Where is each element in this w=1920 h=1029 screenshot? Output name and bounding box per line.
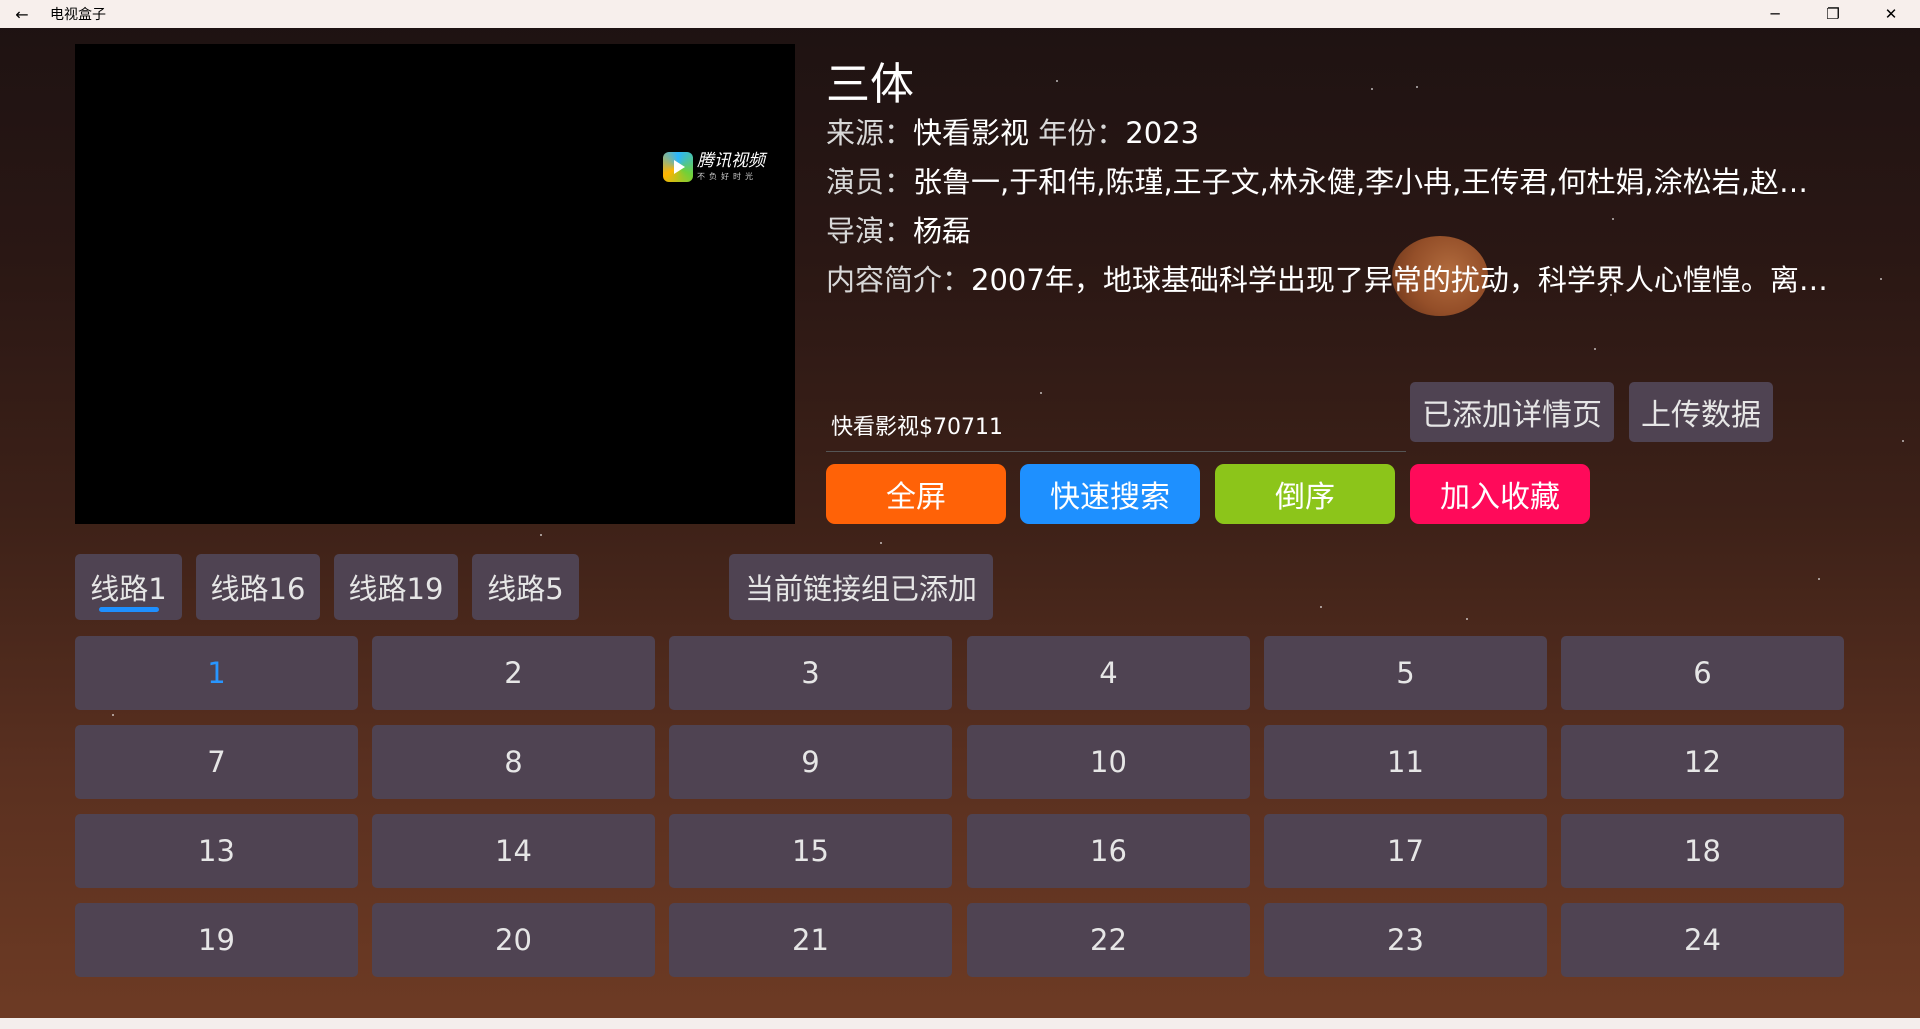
restore-icon[interactable]: ❐ bbox=[1804, 0, 1862, 28]
tencent-video-logo: 腾讯视频 不负好时光 bbox=[663, 152, 765, 182]
route-tab-label: 线路16 bbox=[210, 572, 306, 606]
route-tab-label: 线路5 bbox=[487, 572, 564, 606]
episode-button-4[interactable]: 4 bbox=[967, 636, 1250, 710]
episode-button-19[interactable]: 19 bbox=[75, 903, 358, 977]
episode-button-17[interactable]: 17 bbox=[1264, 814, 1547, 888]
episode-button-12[interactable]: 12 bbox=[1561, 725, 1844, 799]
episode-button-22[interactable]: 22 bbox=[967, 903, 1250, 977]
window-titlebar: ← 电视盒子 ─ ❐ ✕ bbox=[0, 0, 1920, 28]
episode-button-11[interactable]: 11 bbox=[1264, 725, 1547, 799]
episode-button-16[interactable]: 16 bbox=[967, 814, 1250, 888]
episode-button-5[interactable]: 5 bbox=[1264, 636, 1547, 710]
year-value: 2023 bbox=[1125, 116, 1200, 150]
bottom-strip bbox=[0, 1018, 1920, 1029]
quick-search-button[interactable]: 快速搜索 bbox=[1020, 464, 1200, 524]
summary-value: 2007年，地球基础科学出现了异常的扰动，科学界人心惶惶。离… bbox=[971, 263, 1828, 297]
source-year-line: 来源：快看影视 年份：2023 bbox=[826, 110, 1199, 152]
actors-label: 演员： bbox=[826, 165, 914, 199]
episode-button-3[interactable]: 3 bbox=[669, 636, 952, 710]
director-line: 导演：杨磊 bbox=[826, 208, 971, 250]
route-tab-5[interactable]: 线路5 bbox=[472, 554, 579, 620]
show-title: 三体 bbox=[826, 59, 914, 110]
route-tab-16[interactable]: 线路16 bbox=[196, 554, 320, 620]
director-label: 导演： bbox=[826, 214, 914, 248]
episode-button-8[interactable]: 8 bbox=[372, 725, 655, 799]
added-detail-button[interactable]: 已添加详情页 bbox=[1410, 382, 1614, 442]
episode-button-13[interactable]: 13 bbox=[75, 814, 358, 888]
fullscreen-button[interactable]: 全屏 bbox=[826, 464, 1006, 524]
minimize-icon[interactable]: ─ bbox=[1746, 0, 1804, 28]
actors-line: 演员：张鲁一,于和伟,陈瑾,王子文,林永健,李小冉,王传君,何杜娟,涂松岩,赵… bbox=[826, 159, 1808, 201]
episode-button-2[interactable]: 2 bbox=[372, 636, 655, 710]
video-player[interactable]: 腾讯视频 不负好时光 bbox=[75, 44, 795, 524]
actors-value: 张鲁一,于和伟,陈瑾,王子文,林永健,李小冉,王传君,何杜娟,涂松岩,赵… bbox=[913, 165, 1808, 199]
active-tab-indicator bbox=[98, 607, 159, 612]
source-label: 来源： bbox=[826, 116, 914, 150]
upload-data-button[interactable]: 上传数据 bbox=[1629, 382, 1773, 442]
episode-button-10[interactable]: 10 bbox=[967, 725, 1250, 799]
reverse-order-button[interactable]: 倒序 bbox=[1215, 464, 1395, 524]
route-tab-1[interactable]: 线路1 bbox=[75, 554, 182, 620]
logo-slogan: 不负好时光 bbox=[697, 172, 757, 181]
play-logo-icon bbox=[663, 152, 693, 182]
episode-button-6[interactable]: 6 bbox=[1561, 636, 1844, 710]
summary-label: 内容简介： bbox=[826, 263, 972, 297]
episode-button-1[interactable]: 1 bbox=[75, 636, 358, 710]
group-added-button[interactable]: 当前链接组已添加 bbox=[729, 554, 993, 620]
close-icon[interactable]: ✕ bbox=[1862, 0, 1920, 28]
episode-button-18[interactable]: 18 bbox=[1561, 814, 1844, 888]
year-label: 年份： bbox=[1038, 116, 1126, 150]
window-title: 电视盒子 bbox=[50, 7, 106, 23]
summary-line: 内容简介：2007年，地球基础科学出现了异常的扰动，科学界人心惶惶。离… bbox=[826, 257, 1828, 299]
link-input[interactable]: 快看影视$70711 bbox=[826, 398, 1406, 452]
route-tab-label: 线路19 bbox=[348, 572, 444, 606]
episode-button-14[interactable]: 14 bbox=[372, 814, 655, 888]
route-tab-label: 线路1 bbox=[90, 572, 167, 606]
arrow-left-icon[interactable]: ← bbox=[0, 0, 44, 28]
episode-button-24[interactable]: 24 bbox=[1561, 903, 1844, 977]
source-value: 快看影视 bbox=[913, 116, 1030, 150]
link-input-value: 快看影视$70711 bbox=[831, 414, 1003, 440]
director-value: 杨磊 bbox=[913, 214, 972, 248]
add-favorite-button[interactable]: 加入收藏 bbox=[1410, 464, 1590, 524]
episode-button-21[interactable]: 21 bbox=[669, 903, 952, 977]
episode-button-9[interactable]: 9 bbox=[669, 725, 952, 799]
episode-button-23[interactable]: 23 bbox=[1264, 903, 1547, 977]
episode-button-15[interactable]: 15 bbox=[669, 814, 952, 888]
episode-button-20[interactable]: 20 bbox=[372, 903, 655, 977]
route-tab-19[interactable]: 线路19 bbox=[334, 554, 458, 620]
episode-button-7[interactable]: 7 bbox=[75, 725, 358, 799]
logo-name: 腾讯视频 bbox=[697, 151, 765, 171]
